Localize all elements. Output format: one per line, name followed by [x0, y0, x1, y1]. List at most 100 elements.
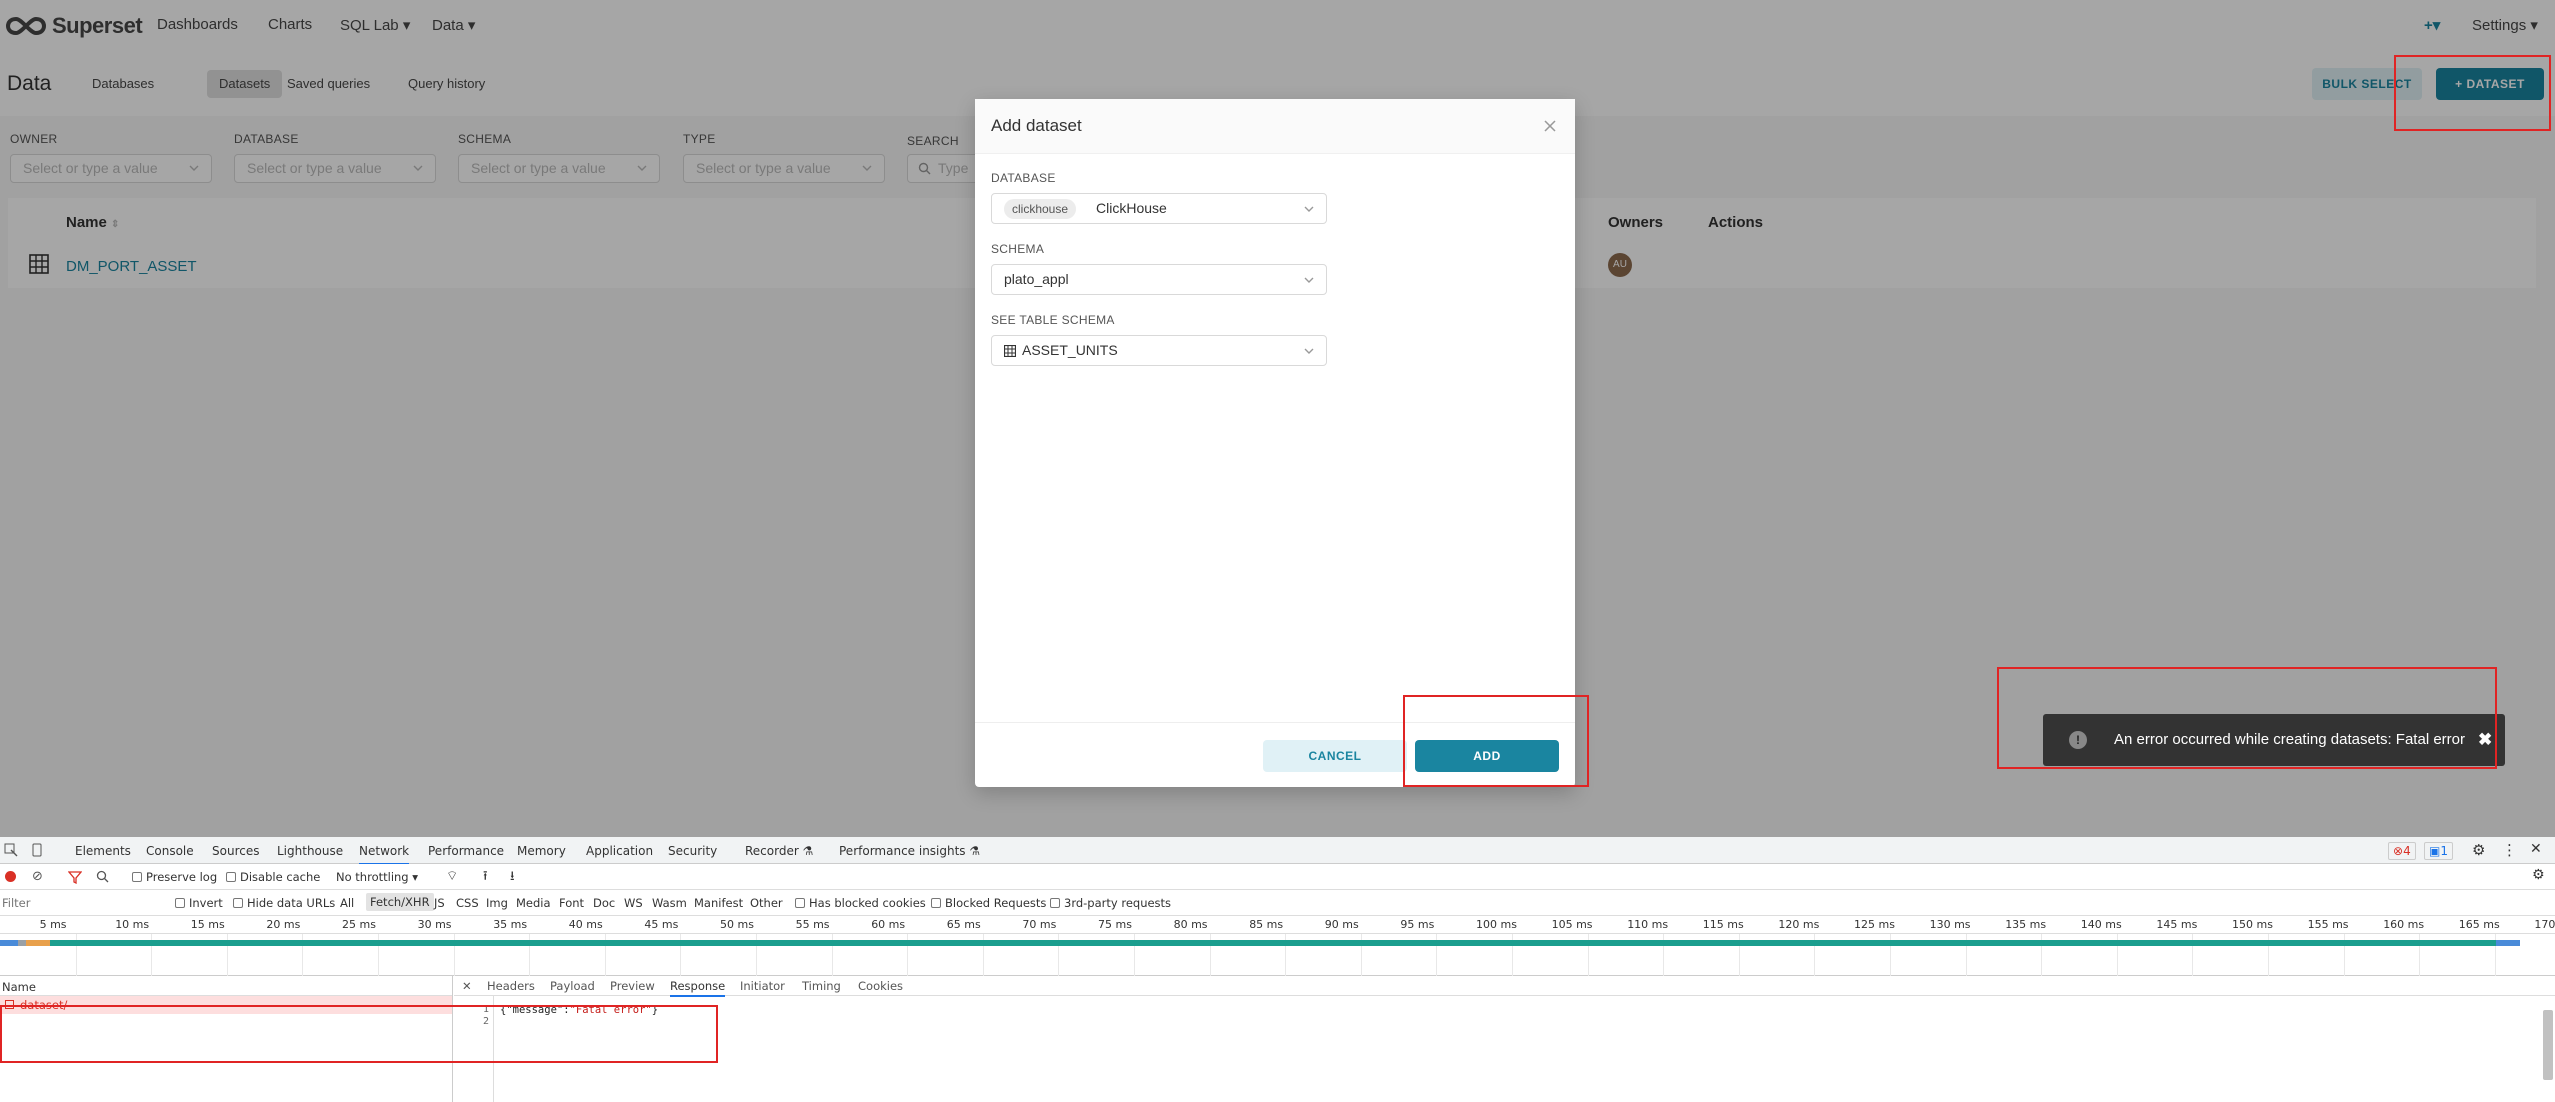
table-schema-field-label: SEE TABLE SCHEMA — [991, 313, 1115, 327]
filter-icon[interactable] — [68, 870, 82, 884]
close-icon[interactable]: ✕ — [462, 979, 472, 993]
type-filter-ws[interactable]: WS — [624, 896, 643, 910]
hide-data-urls-checkbox[interactable]: Hide data URLs — [233, 896, 335, 910]
annotation-box-add-button — [1403, 695, 1589, 787]
close-icon[interactable]: ✕ — [2530, 841, 2542, 857]
chevron-down-icon — [1304, 348, 1314, 354]
third-party-requests-checkbox[interactable]: 3rd-party requests — [1050, 896, 1171, 910]
timeline-tick-label: 140 ms — [2080, 918, 2122, 931]
more-options-icon[interactable]: ⋮ — [2502, 841, 2517, 859]
devtools-tab-recorder[interactable]: Recorder ⚗ — [745, 844, 813, 858]
devtools-tab-memory[interactable]: Memory — [517, 844, 566, 858]
blocked-requests-checkbox[interactable]: Blocked Requests — [931, 896, 1046, 910]
table-icon — [1004, 345, 1016, 357]
detail-tab-payload[interactable]: Payload — [550, 979, 595, 993]
export-har-icon[interactable]: ⭳ — [510, 867, 515, 889]
devtools-tabbar: Elements Console Sources Lighthouse Netw… — [0, 837, 2555, 865]
device-toolbar-icon[interactable] — [30, 843, 44, 857]
clear-icon[interactable]: ⊘ — [32, 869, 43, 884]
database-select-value: ClickHouse — [1096, 200, 1167, 216]
request-detail-tabs: ✕ Headers Payload Preview Response Initi… — [454, 976, 2555, 997]
timeline-tick-label: 95 ms — [1400, 918, 1435, 931]
annotation-box-error-toast — [1997, 667, 2497, 769]
timeline-tick-label: 80 ms — [1173, 918, 1208, 931]
network-settings-gear-icon[interactable]: ⚙ — [2532, 867, 2545, 883]
type-filter-css[interactable]: CSS — [456, 896, 479, 910]
timeline-tick-label: 105 ms — [1551, 918, 1593, 931]
timeline-tick-label: 75 ms — [1098, 918, 1132, 931]
gear-icon[interactable]: ⚙ — [2472, 841, 2485, 859]
devtools-tab-elements[interactable]: Elements — [75, 844, 131, 858]
timeline-tick-label: 115 ms — [1702, 918, 1744, 931]
network-overview-timeline[interactable] — [0, 934, 2555, 976]
timeline-tick-label: 165 ms — [2458, 918, 2500, 931]
modal-title: Add dataset — [991, 116, 1082, 135]
detail-tab-preview[interactable]: Preview — [610, 979, 655, 993]
table-select[interactable]: ASSET_UNITS — [991, 335, 1327, 366]
type-filter-doc[interactable]: Doc — [593, 896, 615, 910]
timeline-tick-label: 145 ms — [2156, 918, 2198, 931]
devtools-tab-sources[interactable]: Sources — [212, 844, 259, 858]
import-har-icon[interactable]: ⭱ — [483, 867, 488, 889]
devtools-tab-performance[interactable]: Performance — [428, 844, 504, 858]
type-filter-font[interactable]: Font — [559, 896, 584, 910]
timeline-tick-label: 65 ms — [946, 918, 981, 931]
invert-checkbox[interactable]: Invert — [175, 896, 223, 910]
type-filter-wasm[interactable]: Wasm — [652, 896, 687, 910]
type-filter-media[interactable]: Media — [516, 896, 551, 910]
database-field-label: DATABASE — [991, 171, 1056, 185]
request-detail-pane: ✕ Headers Payload Preview Response Initi… — [454, 976, 2555, 1102]
network-conditions-icon[interactable]: ⌔ — [446, 868, 458, 884]
close-icon[interactable] — [1541, 117, 1559, 135]
throttling-select[interactable]: No throttling ▾ — [336, 870, 418, 884]
schema-select-value: plato_appl — [1004, 271, 1069, 287]
timeline-tick-label: 150 ms — [2232, 918, 2273, 931]
devtools-tab-security[interactable]: Security — [668, 844, 717, 858]
inspect-element-icon[interactable] — [4, 843, 18, 857]
detail-tab-timing[interactable]: Timing — [802, 979, 841, 993]
request-list-header-name[interactable]: Name — [0, 976, 452, 996]
devtools-tab-application[interactable]: Application — [586, 844, 653, 858]
timeline-tick-label: 15 ms — [190, 918, 225, 931]
detail-tab-response[interactable]: Response — [670, 979, 726, 997]
waterfall-segment-orange — [26, 940, 50, 946]
type-filter-manifest[interactable]: Manifest — [694, 896, 743, 910]
error-count-badge[interactable]: ⊗4 — [2388, 842, 2416, 860]
devtools-tab-console[interactable]: Console — [146, 844, 194, 858]
timeline-tick-label: 35 ms — [493, 918, 528, 931]
timeline-tick-label: 10 ms — [115, 918, 150, 931]
devtools-panel: Elements Console Sources Lighthouse Netw… — [0, 837, 2555, 1102]
timeline-tick-label: 25 ms — [342, 918, 376, 931]
detail-tab-headers[interactable]: Headers — [487, 979, 535, 993]
timeline-tick-label: 70 ms — [1022, 918, 1057, 931]
chevron-down-icon — [1304, 206, 1314, 212]
table-select-value: ASSET_UNITS — [1022, 342, 1118, 358]
timeline-tick-label: 110 ms — [1627, 918, 1669, 931]
database-select[interactable]: clickhouse ClickHouse — [991, 193, 1327, 224]
devtools-tab-network[interactable]: Network — [359, 844, 410, 865]
devtools-tab-performance-insights[interactable]: Performance insights ⚗ — [839, 844, 980, 858]
schema-select[interactable]: plato_appl — [991, 264, 1327, 295]
disable-cache-checkbox[interactable]: Disable cache — [226, 870, 320, 884]
timeline-tick-label: 60 ms — [871, 918, 906, 931]
detail-tab-initiator[interactable]: Initiator — [740, 979, 785, 993]
type-filter-img[interactable]: Img — [486, 896, 508, 910]
record-icon[interactable] — [5, 871, 16, 882]
type-filter-all[interactable]: All — [340, 896, 354, 910]
network-filter-input[interactable] — [0, 893, 165, 912]
type-filter-fetch-xhr[interactable]: Fetch/XHR — [366, 893, 434, 911]
message-count-badge[interactable]: ▣1 — [2424, 842, 2453, 860]
detail-tab-cookies[interactable]: Cookies — [858, 979, 903, 993]
response-scrollbar[interactable] — [2543, 1010, 2553, 1080]
timeline-tick-label: 50 ms — [720, 918, 754, 931]
type-filter-other[interactable]: Other — [750, 896, 783, 910]
timeline-tick-label: 135 ms — [2005, 918, 2047, 931]
preserve-log-checkbox[interactable]: Preserve log — [132, 870, 217, 884]
devtools-tab-lighthouse[interactable]: Lighthouse — [277, 844, 343, 858]
type-filter-js[interactable]: JS — [434, 896, 445, 910]
search-icon[interactable] — [96, 870, 109, 883]
timeline-tick-label: 85 ms — [1249, 918, 1284, 931]
cancel-button[interactable]: CANCEL — [1263, 740, 1407, 772]
has-blocked-cookies-checkbox[interactable]: Has blocked cookies — [795, 896, 926, 910]
superset-app: Superset Dashboards Charts SQL Lab ▾ Dat… — [0, 0, 2555, 837]
